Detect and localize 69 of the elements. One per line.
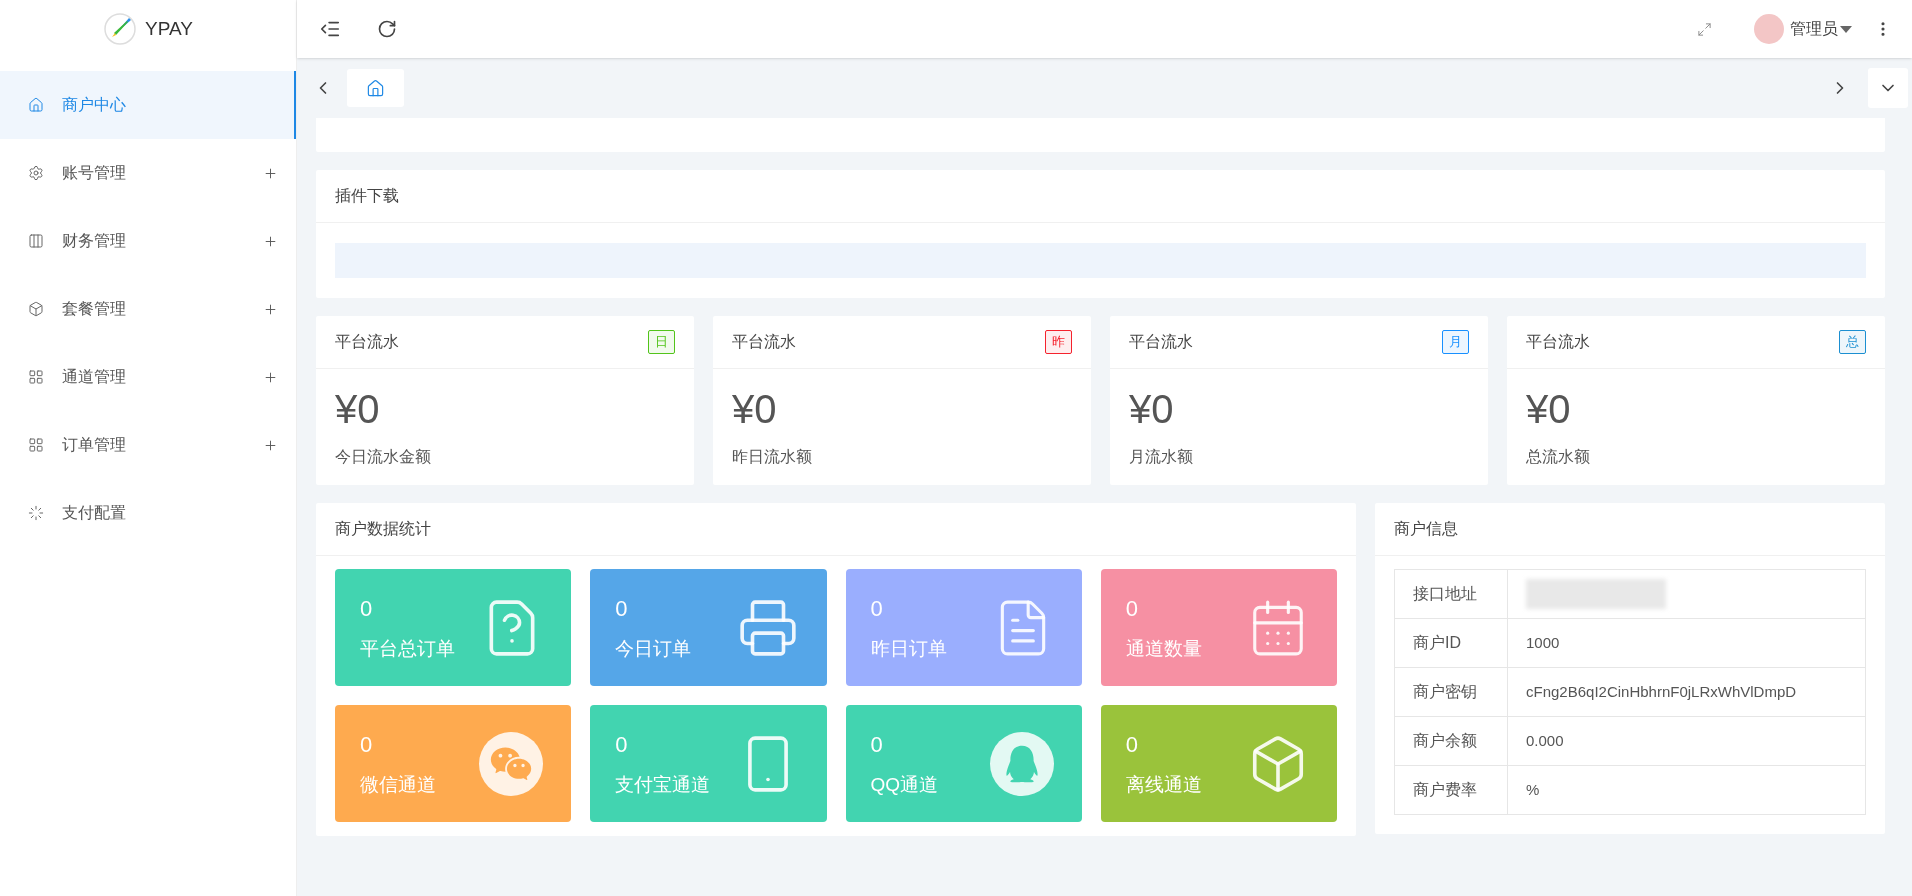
sidebar-item[interactable]: 支付配置 xyxy=(0,479,296,547)
stat-caption: 总流水额 xyxy=(1526,447,1591,467)
period-tag: 日 xyxy=(648,330,675,354)
tile-label: 今日订单 xyxy=(615,636,692,661)
spinner-icon xyxy=(28,505,44,521)
period-tag: 昨 xyxy=(1045,330,1072,354)
table-cell: 商户费率 xyxy=(1394,765,1508,815)
stat-caption: 月流水额 xyxy=(1129,447,1194,467)
tile-value: 0 xyxy=(870,594,884,623)
tile-label: 支付宝通道 xyxy=(615,772,711,797)
period-tag: 月 xyxy=(1442,330,1469,354)
stat-caption: 今日流水金额 xyxy=(335,447,432,467)
dropdown-caret-icon xyxy=(1840,25,1852,33)
stat-value: ¥0 xyxy=(732,386,778,433)
tile-label: 离线通道 xyxy=(1125,772,1202,797)
sidebar-item[interactable]: 财务管理 xyxy=(0,207,296,275)
table-cell: 0.000 xyxy=(1526,732,1564,749)
sidebar-item[interactable]: 通道管理 xyxy=(0,343,296,411)
tile-value: 0 xyxy=(870,730,884,759)
tile-label: QQ通道 xyxy=(870,772,939,797)
tile-value: 0 xyxy=(360,594,374,623)
grid-icon xyxy=(28,437,44,453)
tile-value: 0 xyxy=(615,594,629,623)
stat-value: ¥0 xyxy=(1526,386,1572,433)
columns-icon xyxy=(28,233,44,249)
plus-icon xyxy=(263,165,278,181)
table-cell: 接口地址 xyxy=(1394,569,1508,619)
card-title: 商户信息 xyxy=(1394,519,1458,539)
sidebar-item[interactable]: 账号管理 xyxy=(0,139,296,207)
fullscreen-icon[interactable] xyxy=(1697,21,1712,37)
tile-value: 0 xyxy=(360,730,374,759)
tile-label: 微信通道 xyxy=(360,772,436,797)
tile-value: 0 xyxy=(615,730,629,759)
plus-icon xyxy=(263,233,278,249)
table-cell: 商户密钥 xyxy=(1394,667,1508,717)
table-cell: cFng2B6qI2CinHbhrnF0jLRxWhVlDmpD xyxy=(1526,683,1797,700)
card-title: 平台流水 xyxy=(732,332,796,352)
plus-icon xyxy=(263,369,278,385)
table-cell: 1000 xyxy=(1526,634,1560,651)
period-tag: 总 xyxy=(1839,330,1866,354)
table-cell: 商户ID xyxy=(1394,618,1508,668)
tile-label: 通道数量 xyxy=(1125,636,1202,661)
brand-name: YPAY xyxy=(145,16,193,41)
table-cell: % xyxy=(1526,781,1540,798)
card-title: 平台流水 xyxy=(1526,332,1590,352)
refresh-icon[interactable] xyxy=(377,19,397,39)
stat-value: ¥0 xyxy=(1129,386,1175,433)
tile-value: 0 xyxy=(1125,730,1139,759)
card-title: 平台流水 xyxy=(1129,332,1193,352)
stat-caption: 昨日流水额 xyxy=(732,447,813,467)
stat-value: ¥0 xyxy=(335,386,381,433)
tile-label: 昨日订单 xyxy=(870,636,947,661)
sidebar-item[interactable]: 订单管理 xyxy=(0,411,296,479)
home-icon xyxy=(366,78,385,98)
table-cell: 商户余额 xyxy=(1394,716,1508,766)
home-tab[interactable] xyxy=(347,69,404,107)
tile-label: 平台总订单 xyxy=(360,636,455,661)
user-menu[interactable]: 管理员 xyxy=(1790,17,1838,41)
home-icon xyxy=(28,97,44,113)
settings-icon xyxy=(28,165,44,181)
cube-icon xyxy=(28,301,44,317)
plus-icon xyxy=(263,437,278,453)
grid-icon xyxy=(28,369,44,385)
sidebar-item[interactable]: 套餐管理 xyxy=(0,275,296,343)
card-title: 平台流水 xyxy=(335,332,399,352)
plus-icon xyxy=(263,301,278,317)
card-title: 商户数据统计 xyxy=(335,519,431,539)
card-title: 插件下载 xyxy=(335,186,399,206)
tile-value: 0 xyxy=(1125,594,1139,623)
